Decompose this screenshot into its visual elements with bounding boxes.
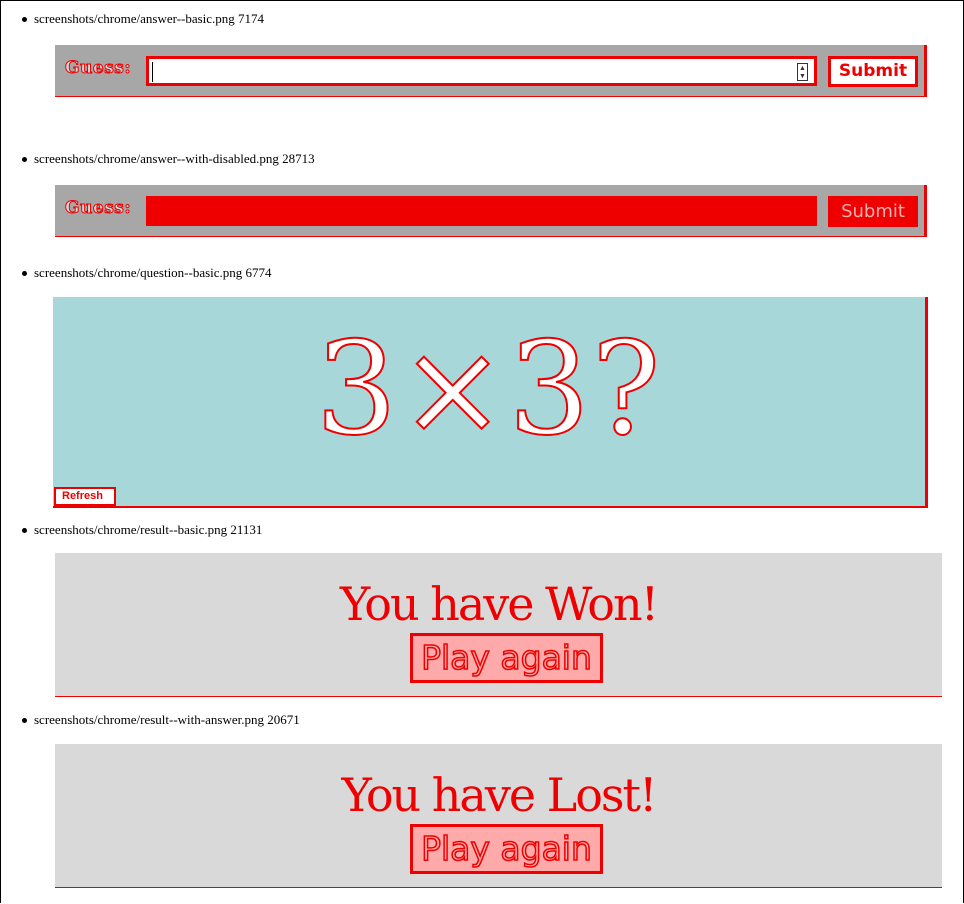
result-title: You have Lost! xyxy=(341,768,657,822)
submit-button[interactable]: Submit xyxy=(828,56,918,87)
bullet-icon xyxy=(22,717,27,723)
guess-label: Guess: xyxy=(64,198,132,219)
play-again-button[interactable]: Play again xyxy=(410,824,603,874)
caption-text: screenshots/chrome/result--with-answer.p… xyxy=(34,712,300,727)
question-panel: 3×3? Refresh xyxy=(53,297,928,508)
question-text: 3×3? xyxy=(315,314,663,465)
number-spinner-icon[interactable]: ▲ ▼ xyxy=(797,63,808,81)
submit-button-disabled: Submit xyxy=(828,196,918,227)
caption-text: screenshots/chrome/question--basic.png 6… xyxy=(34,265,272,280)
guess-input-disabled xyxy=(146,196,817,226)
bullet-icon xyxy=(22,527,27,533)
caption: screenshots/chrome/answer--with-disabled… xyxy=(22,151,315,167)
result-panel-lost: You have Lost! Play again xyxy=(55,744,942,888)
bullet-icon xyxy=(22,16,27,22)
result-title: You have Won! xyxy=(339,577,659,631)
caption: screenshots/chrome/result--with-answer.p… xyxy=(22,712,300,728)
text-caret xyxy=(152,62,153,82)
caption-text: screenshots/chrome/answer--with-disabled… xyxy=(34,151,315,166)
caption: screenshots/chrome/result--basic.png 211… xyxy=(22,522,262,538)
caption: screenshots/chrome/question--basic.png 6… xyxy=(22,265,272,281)
result-panel-won: You have Won! Play again xyxy=(55,553,942,697)
caption: screenshots/chrome/answer--basic.png 717… xyxy=(22,11,264,27)
caption-text: screenshots/chrome/result--basic.png 211… xyxy=(34,522,263,537)
caption-text: screenshots/chrome/answer--basic.png 717… xyxy=(34,11,265,26)
guess-label: Guess: xyxy=(64,58,132,79)
answer-panel-disabled: Guess: Submit xyxy=(55,185,927,237)
bullet-icon xyxy=(22,270,27,276)
play-again-button[interactable]: Play again xyxy=(410,633,603,683)
bullet-icon xyxy=(22,156,27,162)
answer-panel: Guess: ▲ ▼ Submit xyxy=(55,45,927,97)
guess-input[interactable]: ▲ ▼ xyxy=(146,56,817,86)
refresh-button[interactable]: Refresh xyxy=(54,487,116,506)
